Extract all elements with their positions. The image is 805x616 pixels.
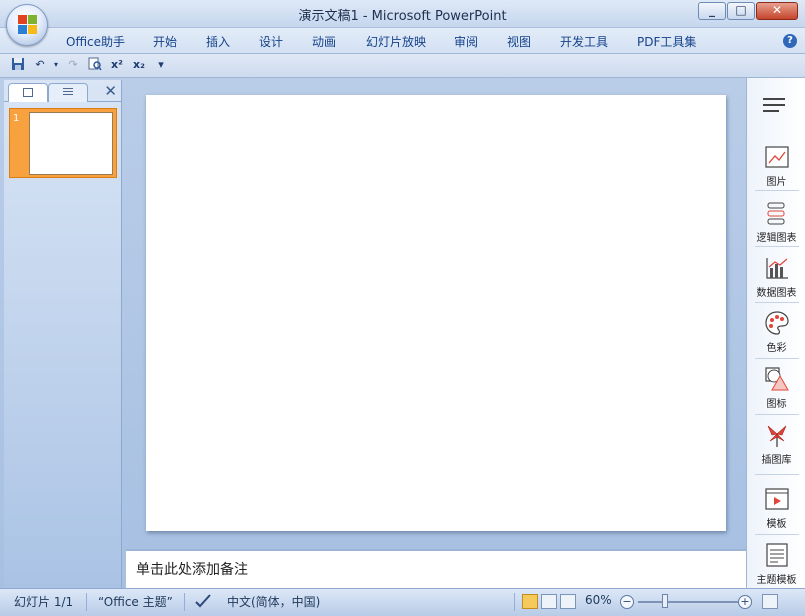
status-bar: 幻灯片 1/1 “Office 主题” 中文(简体，中国) 60% − + xyxy=(0,588,805,616)
template-icon xyxy=(764,488,789,510)
close-panel-icon[interactable]: ✕ xyxy=(104,82,117,100)
undo-dropdown-icon[interactable]: ▾ xyxy=(48,57,64,73)
slide-count: 幻灯片 1/1 xyxy=(14,595,74,609)
tab-home[interactable]: 开始 xyxy=(153,33,177,50)
spellcheck-icon[interactable] xyxy=(194,593,212,612)
window-title: 演示文稿1 - Microsoft PowerPoint xyxy=(298,9,507,24)
sidebar-item-picture[interactable]: 图片 xyxy=(747,144,805,188)
slide-canvas[interactable] xyxy=(146,95,726,531)
slide-thumbnail-selected[interactable]: 1 xyxy=(9,108,117,178)
picture-icon xyxy=(764,146,789,168)
sidebar-item-illustration[interactable]: 插图库 xyxy=(747,422,805,466)
sidebar-item-logic-diagram[interactable]: 逻辑图表 xyxy=(747,200,805,244)
zoom-slider-thumb[interactable] xyxy=(662,594,668,608)
slides-panel: ✕ 1 xyxy=(4,80,122,588)
fit-to-window-icon[interactable] xyxy=(762,594,778,609)
normal-view-icon[interactable] xyxy=(522,594,538,609)
theme-name[interactable]: “Office 主题” xyxy=(98,593,173,610)
outline-icon xyxy=(63,88,73,97)
right-sidebar: 图片 逻辑图表 数据图表 色彩 图标 插图库 模板 主题模板 xyxy=(746,78,805,588)
data-chart-icon xyxy=(765,258,788,279)
superscript-button[interactable]: x² xyxy=(109,57,125,73)
panel-tabs: ✕ xyxy=(4,80,122,102)
slide-number: 1 xyxy=(13,113,20,124)
tab-view[interactable]: 视图 xyxy=(507,33,531,50)
zoom-slider[interactable] xyxy=(638,601,738,603)
slideshow-view-icon[interactable] xyxy=(560,594,576,609)
tab-slides[interactable] xyxy=(8,83,48,102)
ribbon-tabs: Office助手 开始 插入 设计 动画 幻灯片放映 审阅 视图 开发工具 PD… xyxy=(0,28,805,54)
illustration-icon xyxy=(767,425,786,447)
redo-icon[interactable]: ↷ xyxy=(65,57,81,73)
office-button[interactable] xyxy=(6,4,48,46)
subscript-button[interactable]: x₂ xyxy=(131,57,147,73)
zoom-level[interactable]: 60% xyxy=(585,593,612,607)
sidebar-item-template[interactable]: 模板 xyxy=(747,486,805,530)
tab-insert[interactable]: 插入 xyxy=(206,33,230,50)
tab-pdf-tools[interactable]: PDF工具集 xyxy=(637,33,696,50)
zoom-in-button[interactable]: + xyxy=(738,595,752,609)
help-icon[interactable]: ? xyxy=(783,34,797,48)
customize-toolbar-icon[interactable]: ▾ xyxy=(153,57,169,73)
close-button[interactable]: ✕ xyxy=(756,2,798,20)
print-preview-icon[interactable] xyxy=(87,57,103,73)
slide-thumbnail xyxy=(29,112,113,175)
theme-template-icon xyxy=(765,543,788,567)
workspace: ✕ 1 单击此处添加备注 图片 逻辑图表 数据图表 色彩 图标 插图库 模板 主… xyxy=(0,78,805,588)
tab-animation[interactable]: 动画 xyxy=(312,33,336,50)
maximize-button[interactable]: □ xyxy=(727,2,755,20)
notes-placeholder: 单击此处添加备注 xyxy=(136,562,248,578)
sidebar-menu-icon[interactable] xyxy=(763,98,785,116)
shapes-icon xyxy=(764,367,789,391)
palette-icon xyxy=(764,311,789,335)
sidebar-item-color[interactable]: 色彩 xyxy=(747,310,805,354)
save-icon[interactable] xyxy=(10,57,26,73)
tab-developer[interactable]: 开发工具 xyxy=(560,33,608,50)
tab-outline[interactable] xyxy=(48,83,88,102)
slide-sorter-icon[interactable] xyxy=(541,594,557,609)
undo-icon[interactable]: ↶ xyxy=(32,57,48,73)
tab-slideshow[interactable]: 幻灯片放映 xyxy=(366,33,426,50)
slide-icon xyxy=(23,88,33,97)
notes-pane[interactable]: 单击此处添加备注 xyxy=(126,549,746,588)
tab-review[interactable]: 审阅 xyxy=(454,33,478,50)
sidebar-item-icons[interactable]: 图标 xyxy=(747,366,805,410)
quick-access-toolbar: ↶ ▾ ↷ x² x₂ ▾ xyxy=(0,54,805,78)
title-bar: 演示文稿1 - Microsoft PowerPoint _ □ ✕ xyxy=(0,0,805,28)
sidebar-item-theme-template[interactable]: 主题模板 xyxy=(747,542,805,586)
zoom-out-button[interactable]: − xyxy=(620,595,634,609)
language-indicator[interactable]: 中文(简体，中国) xyxy=(227,593,320,610)
tab-office-assistant[interactable]: Office助手 xyxy=(66,33,125,50)
logic-diagram-icon xyxy=(767,202,784,225)
tab-design[interactable]: 设计 xyxy=(259,33,283,50)
minimize-button[interactable]: _ xyxy=(698,2,726,20)
office-logo-icon xyxy=(18,15,38,35)
sidebar-item-data-chart[interactable]: 数据图表 xyxy=(747,255,805,299)
